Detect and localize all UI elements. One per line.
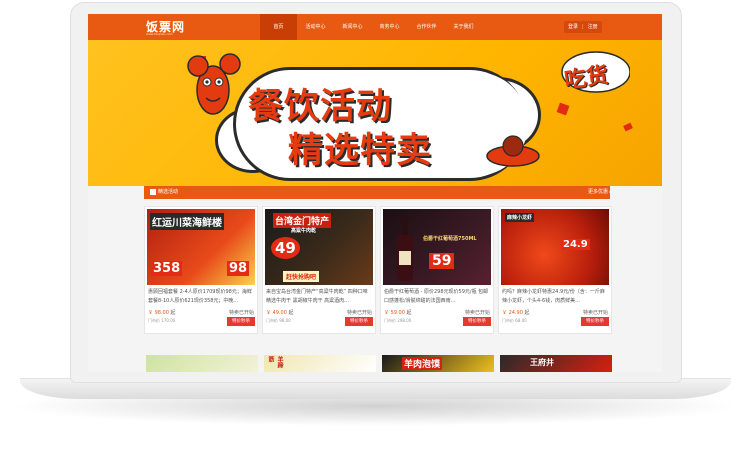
deal-original-price: 门市价 298.00	[384, 318, 412, 323]
deal-image-title: 红运川菜海鲜楼	[150, 213, 224, 230]
deal-original-price: 门市价 98.00	[266, 318, 291, 323]
deal-promo: 赶快抢购吧	[283, 271, 320, 282]
deal-card[interactable]: 伯爵干红葡萄酒750ML 59 伯爵干红葡萄酒 - 原价298元现价59元/瓶 …	[380, 206, 494, 334]
deal-image-title: 王府井	[530, 358, 554, 367]
deal-price: ￥ 98.00 起	[148, 309, 176, 316]
deal-price-tag: 358	[151, 261, 183, 276]
deal-price-tag: 24.9	[561, 239, 590, 250]
login-link[interactable]: 登录	[564, 21, 582, 33]
food-plate-illustration	[486, 135, 540, 167]
nav-news[interactable]: 新闻中心	[334, 14, 371, 40]
foodie-text: 吃货	[562, 63, 610, 94]
site-logo-subtitle: www.fanpiao.com	[146, 32, 173, 36]
nav-home[interactable]: 首页	[260, 14, 297, 40]
auth-box: 登录 | 注册	[564, 21, 602, 33]
deal-original-price: 门市价 170.00	[148, 318, 176, 323]
nav-about[interactable]: 关于我们	[445, 14, 482, 40]
deal-description[interactable]: 伯爵干红葡萄酒 - 原价298元现价59元/瓶 包邮口感蓬松/滑腻绵甜的法国西南…	[384, 288, 490, 306]
browser-screen: 饭票网 www.fanpiao.com 首页 活动中心 新闻中心 商务中心 合作…	[88, 14, 662, 372]
nav-activities[interactable]: 活动中心	[297, 14, 334, 40]
deal-price-unit: 起	[406, 310, 412, 316]
nav-partners[interactable]: 合作伙伴	[408, 14, 445, 40]
deal-image[interactable]: 红运川菜海鲜楼 358 98	[147, 209, 255, 285]
deal-price-unit: 起	[288, 310, 294, 316]
deal-card-image-partial[interactable]: 王府井	[500, 355, 612, 372]
deal-price-value: ￥ 98.00	[148, 310, 169, 316]
deal-price-tag: 59	[429, 253, 455, 269]
deal-image-title: 伯爵干红葡萄酒750ML	[423, 236, 477, 242]
flash-sale-button[interactable]: 特价秒杀	[345, 317, 373, 326]
deal-card-image-partial[interactable]: 羊蹄筋	[264, 355, 376, 372]
deal-price-value: ￥ 24.90	[502, 310, 523, 316]
deal-description[interactable]: 来自宝岛台湾金门特产“高粱牛肉乾” 四种口味 精选牛肉干 黑胡椒牛肉干 高粱酒肉…	[266, 288, 372, 306]
banner-subheadline: 精选特卖	[288, 131, 433, 171]
deal-card[interactable]: 红运川菜海鲜楼 358 98 惠顾回福套餐 2-4人原价1709现价98元；海鲜…	[144, 206, 258, 334]
flash-sale-button[interactable]: 特价秒杀	[581, 317, 609, 326]
deal-status: 特卖已开始	[583, 310, 609, 316]
section-header	[144, 186, 610, 199]
section-icon	[150, 189, 156, 195]
deal-status: 特卖已开始	[347, 310, 373, 316]
flash-sale-button[interactable]: 特价秒杀	[463, 317, 491, 326]
register-link[interactable]: 注册	[584, 21, 602, 33]
deal-description[interactable]: 约吗？麻辣小龙虾特惠24.9元/份（含：一斤麻辣小龙虾，个头4-6钱，肉质鲜美.…	[502, 288, 608, 306]
deal-price-value: ￥ 49.00	[266, 310, 287, 316]
deal-original-price: 门市价 68.00	[502, 318, 527, 323]
deal-image-title: 羊蹄筋	[267, 356, 283, 368]
deal-card[interactable]: 台湾金门特产 高粱牛肉乾 49 赶快抢购吧 来自宝岛台湾金门特产“高粱牛肉乾” …	[262, 206, 376, 334]
main-nav: 首页 活动中心 新闻中心 商务中心 合作伙伴 关于我们	[260, 14, 482, 40]
hero-banner[interactable]: 餐饮活动 精选特卖 吃货	[88, 40, 662, 186]
deal-price-unit: 起	[170, 310, 176, 316]
deal-status: 特卖已开始	[465, 310, 491, 316]
deal-image-subtitle: 高粱牛肉乾	[291, 228, 317, 234]
deal-price-value: ￥ 59.00	[384, 310, 405, 316]
deal-price: ￥ 49.00 起	[266, 309, 294, 316]
deals-grid: 红运川菜海鲜楼 358 98 惠顾回福套餐 2-4人原价1709现价98元；海鲜…	[144, 206, 612, 372]
flash-sale-button[interactable]: 特价秒杀	[227, 317, 255, 326]
section-title: 精选活动	[158, 189, 179, 195]
deal-image-title: 羊肉泡馍	[402, 357, 443, 370]
more-deals-link[interactable]: 更多优惠 ▸	[588, 186, 612, 199]
deal-image-title: 台湾金门特产	[273, 213, 332, 228]
deal-price-tag-2: 98	[227, 261, 250, 276]
deal-price: ￥ 24.90 起	[502, 309, 530, 316]
confetti-decoration	[623, 122, 633, 132]
wine-bottle-image	[397, 217, 413, 281]
top-navbar: 饭票网 www.fanpiao.com 首页 活动中心 新闻中心 商务中心 合作…	[88, 14, 662, 40]
deal-image[interactable]: 台湾金门特产 高粱牛肉乾 49 赶快抢购吧	[265, 209, 373, 285]
deal-description[interactable]: 惠顾回福套餐 2-4人原价1709现价98元；海鲜套餐8-10人原价621现价3…	[148, 288, 254, 306]
confetti-decoration	[556, 102, 570, 116]
deal-card-image-partial[interactable]	[146, 355, 258, 372]
deal-price-tag: 49	[271, 237, 300, 259]
deal-status: 特卖已开始	[229, 310, 255, 316]
deal-image-title: 麻辣小龙虾	[505, 213, 535, 222]
deal-price: ￥ 59.00 起	[384, 309, 412, 316]
deal-image[interactable]: 伯爵干红葡萄酒750ML 59	[383, 209, 491, 285]
deal-price-unit: 起	[524, 310, 530, 316]
deal-image[interactable]: 麻辣小龙虾 24.9	[501, 209, 609, 285]
deal-card-image-partial[interactable]: 羊肉泡馍	[382, 355, 494, 372]
deal-card[interactable]: 麻辣小龙虾 24.9 约吗？麻辣小龙虾特惠24.9元/份（含：一斤麻辣小龙虾，个…	[498, 206, 612, 334]
nav-business[interactable]: 商务中心	[371, 14, 408, 40]
